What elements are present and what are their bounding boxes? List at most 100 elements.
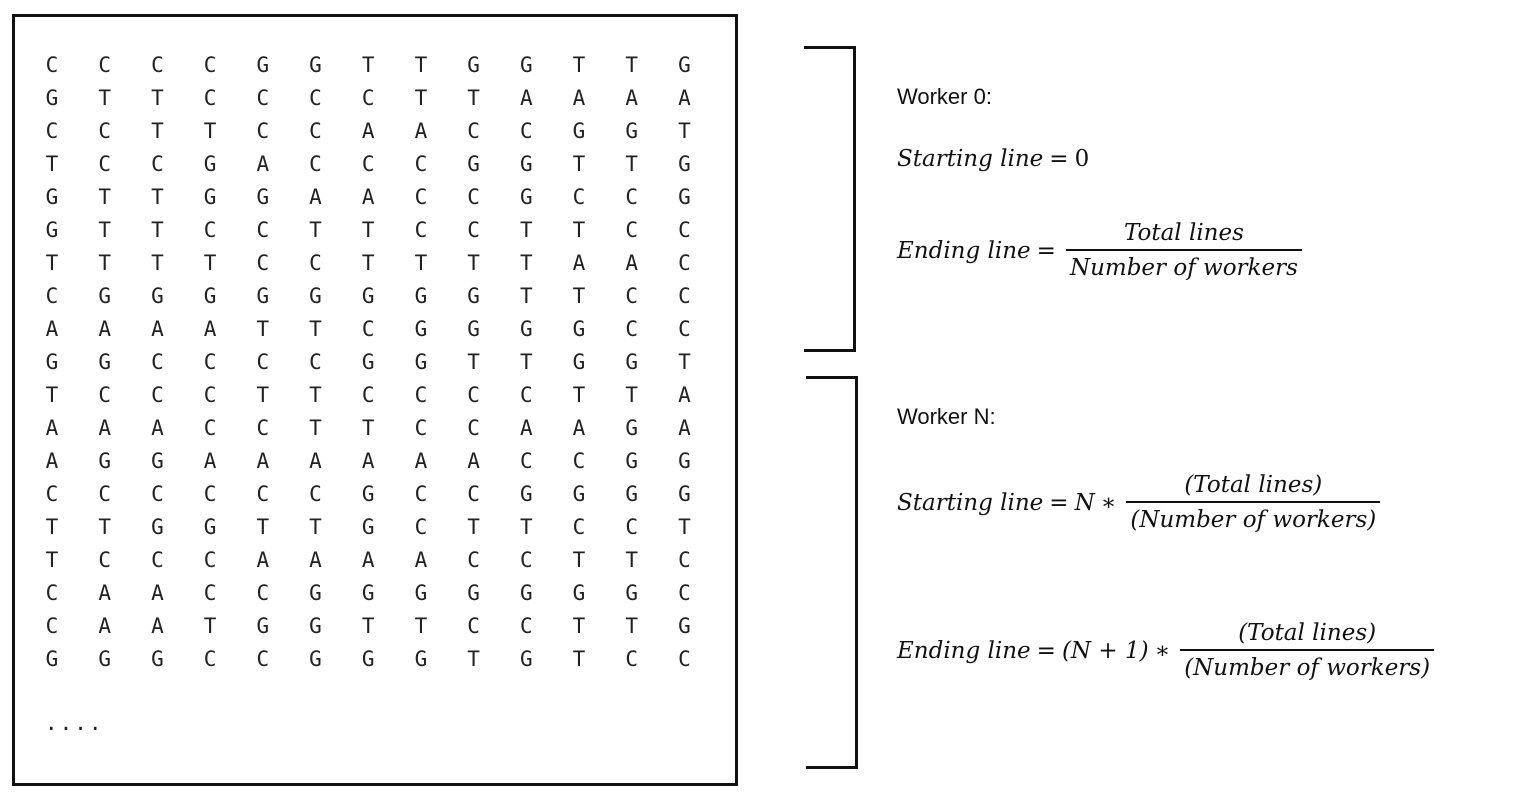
base-cell: C bbox=[309, 482, 322, 506]
base-cell: A bbox=[256, 152, 270, 176]
base-cell: G bbox=[625, 581, 639, 605]
base-cell: G bbox=[309, 284, 322, 308]
base-cell: G bbox=[203, 284, 217, 308]
base-cell: A bbox=[361, 185, 375, 209]
equals-sign: = bbox=[1036, 237, 1056, 264]
base-cell: G bbox=[309, 647, 322, 671]
base-cell: G bbox=[203, 185, 217, 209]
base-cell: A bbox=[98, 614, 112, 638]
base-cell: C bbox=[203, 482, 217, 506]
base-cell: C bbox=[467, 614, 480, 638]
base-cell: G bbox=[151, 515, 164, 539]
base-cell: A bbox=[678, 383, 691, 407]
base-cell: G bbox=[625, 449, 639, 473]
base-cell: G bbox=[572, 581, 586, 605]
base-cell: C bbox=[98, 119, 112, 143]
base-cell: C bbox=[467, 416, 480, 440]
base-cell: G bbox=[361, 515, 375, 539]
base-cell: G bbox=[151, 284, 164, 308]
base-cell: C bbox=[203, 86, 217, 110]
base-cell: T bbox=[98, 185, 112, 209]
base-cell: A bbox=[572, 251, 586, 275]
base-cell: T bbox=[414, 614, 428, 638]
base-cell: G bbox=[519, 317, 533, 341]
base-cell: G bbox=[572, 119, 586, 143]
base-cell: C bbox=[414, 383, 428, 407]
base-cell: C bbox=[361, 152, 375, 176]
base-cell: C bbox=[467, 482, 480, 506]
base-cell: G bbox=[414, 317, 428, 341]
base-cell: C bbox=[151, 53, 164, 77]
base-cell: C bbox=[678, 647, 691, 671]
base-cell: G bbox=[519, 185, 533, 209]
base-cell: C bbox=[467, 185, 480, 209]
base-cell: T bbox=[98, 515, 112, 539]
ending-line-label: Ending line bbox=[897, 637, 1031, 664]
base-cell: G bbox=[467, 581, 480, 605]
base-cell: G bbox=[256, 53, 270, 77]
fraction: Total lines Number of workers bbox=[1065, 220, 1302, 281]
base-cell: C bbox=[467, 383, 480, 407]
base-cell: C bbox=[309, 350, 322, 374]
base-cell: T bbox=[467, 350, 480, 374]
base-cell: G bbox=[625, 119, 639, 143]
base-cell: T bbox=[572, 152, 586, 176]
base-cell: C bbox=[467, 119, 480, 143]
base-cell: C bbox=[203, 581, 217, 605]
base-cell: C bbox=[309, 152, 322, 176]
base-cell: C bbox=[361, 383, 375, 407]
base-cell: A bbox=[98, 317, 112, 341]
base-cell: A bbox=[572, 86, 586, 110]
base-cell: C bbox=[98, 383, 112, 407]
base-cell: G bbox=[45, 350, 59, 374]
base-cell: C bbox=[625, 515, 639, 539]
starting-line-label: Starting line bbox=[897, 146, 1044, 172]
base-cell: A bbox=[203, 449, 217, 473]
base-cell: C bbox=[151, 152, 164, 176]
base-cell: A bbox=[467, 449, 480, 473]
base-cell: T bbox=[572, 614, 586, 638]
base-cell: C bbox=[519, 449, 533, 473]
base-cell: C bbox=[519, 614, 533, 638]
base-cell: C bbox=[572, 185, 586, 209]
base-cell: C bbox=[256, 251, 270, 275]
base-cell: C bbox=[151, 482, 164, 506]
base-cell: T bbox=[361, 53, 375, 77]
base-cell: G bbox=[414, 350, 428, 374]
base-cell: T bbox=[467, 251, 480, 275]
base-cell: C bbox=[519, 383, 533, 407]
workerN-ending-formula: Ending line = (N + 1) ∗ (Total lines) (N… bbox=[897, 620, 1435, 681]
base-cell: T bbox=[625, 383, 639, 407]
base-cell: G bbox=[678, 185, 691, 209]
base-cell: C bbox=[256, 647, 270, 671]
base-cell: T bbox=[309, 515, 322, 539]
base-cell: A bbox=[151, 581, 164, 605]
base-cell: G bbox=[256, 614, 270, 638]
base-cell: C bbox=[309, 119, 322, 143]
base-cell: C bbox=[519, 548, 533, 572]
base-cell: C bbox=[625, 284, 639, 308]
base-cell: G bbox=[678, 482, 691, 506]
base-cell: C bbox=[414, 482, 428, 506]
base-cell: T bbox=[98, 218, 112, 242]
worker0-ending-formula: Ending line = Total lines Number of work… bbox=[897, 220, 1302, 281]
base-cell: A bbox=[625, 86, 639, 110]
base-cell: G bbox=[678, 614, 691, 638]
base-cell: T bbox=[414, 86, 428, 110]
equals-sign: = bbox=[1036, 637, 1056, 664]
base-cell: G bbox=[519, 53, 533, 77]
ending-line-label: Ending line bbox=[897, 237, 1031, 264]
base-cell: A bbox=[678, 86, 691, 110]
base-cell: C bbox=[625, 185, 639, 209]
base-cell: A bbox=[151, 416, 164, 440]
base-cell: G bbox=[98, 647, 112, 671]
base-cell: C bbox=[256, 581, 270, 605]
base-cell: T bbox=[467, 86, 480, 110]
base-cell: A bbox=[625, 251, 639, 275]
base-cell: T bbox=[625, 152, 639, 176]
base-cell: T bbox=[151, 86, 164, 110]
worker-index-factor: N bbox=[1074, 489, 1095, 516]
base-cell: A bbox=[309, 548, 322, 572]
base-cell: G bbox=[309, 581, 322, 605]
base-cell: T bbox=[625, 53, 639, 77]
